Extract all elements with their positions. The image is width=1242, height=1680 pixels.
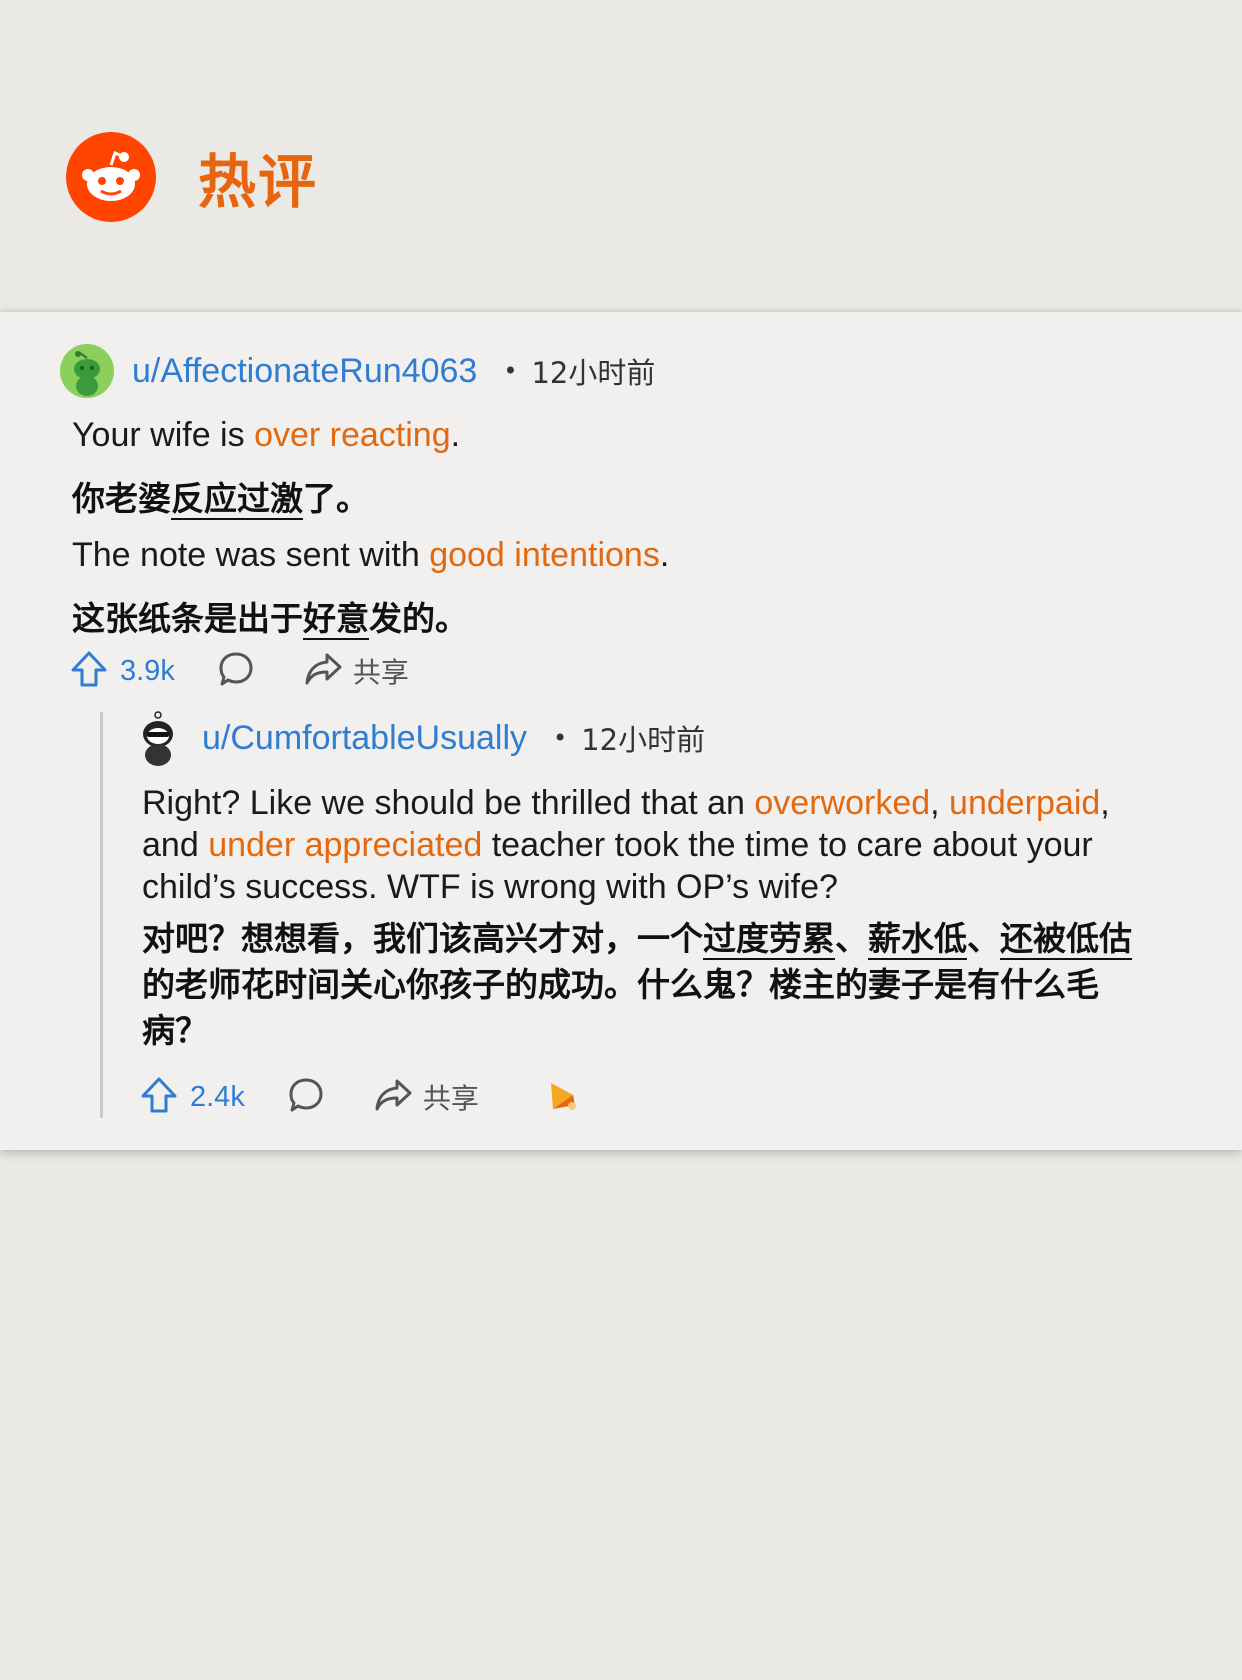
underlined-phrase: 反应过激 [171, 479, 303, 518]
reply-meta: u/CumfortableUsually • 12小时前 [138, 710, 705, 766]
comment-actions: 3.9k 共享 [70, 650, 409, 692]
separator-dot: • [553, 724, 568, 752]
separator-dot: • [503, 357, 518, 385]
thread-line[interactable] [100, 712, 103, 1118]
timestamp: 12小时前 [531, 356, 656, 390]
highlight-phrase: under appreciated [208, 826, 483, 864]
underlined-phrase: 好意 [303, 599, 369, 638]
comment-text-zh-1: 你老婆反应过激了。 [72, 479, 369, 518]
reply-text-en: Right? Like we should be thrilled that a… [142, 784, 1110, 906]
comment-card: u/AffectionateRun4063 • 12小时前 Your wife … [0, 312, 1242, 1150]
upvote-icon[interactable] [70, 650, 108, 692]
comment-icon[interactable] [287, 1076, 325, 1118]
reddit-logo-icon [66, 132, 156, 222]
avatar[interactable] [138, 710, 178, 766]
comment-icon[interactable] [217, 650, 255, 692]
avatar[interactable] [60, 344, 114, 398]
highlight-phrase: over reacting [254, 416, 451, 454]
comment-text-en-2: The note was sent with good intentions. [72, 536, 670, 574]
share-icon [303, 651, 343, 691]
award-icon[interactable] [545, 1077, 581, 1117]
vote-count: 2.4k [190, 1080, 245, 1113]
username[interactable]: u/AffectionateRun4063 [132, 352, 477, 391]
share-icon [373, 1077, 413, 1117]
upvote-icon[interactable] [140, 1076, 178, 1118]
reply-text-zh: 对吧？想想看，我们该高兴才对，一个过度劳累、薪水低、还被低估的老师花时间关心你孩… [142, 919, 1132, 1050]
timestamp: 12小时前 [581, 723, 706, 757]
share-label: 共享 [422, 1082, 479, 1115]
share-button[interactable]: 共享 [303, 651, 409, 691]
reply-actions: 2.4k 共享 [140, 1076, 581, 1118]
comment-meta: u/AffectionateRun4063 • 12小时前 [60, 344, 655, 398]
page-title: 热评 [198, 148, 319, 216]
highlight-phrase: overworked [754, 784, 931, 822]
vote-count: 3.9k [120, 654, 175, 687]
highlight-phrase: underpaid [949, 784, 1101, 822]
underlined-phrase: 薪水低 [868, 919, 967, 958]
highlight-phrase: good intentions [429, 536, 660, 574]
comment-text-en-1: Your wife is over reacting. [72, 416, 461, 454]
comment-text-zh-2: 这张纸条是出于好意发的。 [72, 599, 468, 638]
underlined-phrase: 还被低估 [1000, 919, 1132, 958]
share-button[interactable]: 共享 [373, 1077, 479, 1117]
page-header: 热评 [66, 132, 318, 222]
share-label: 共享 [352, 656, 409, 689]
underlined-phrase: 过度劳累 [703, 919, 835, 958]
username[interactable]: u/CumfortableUsually [202, 719, 527, 758]
